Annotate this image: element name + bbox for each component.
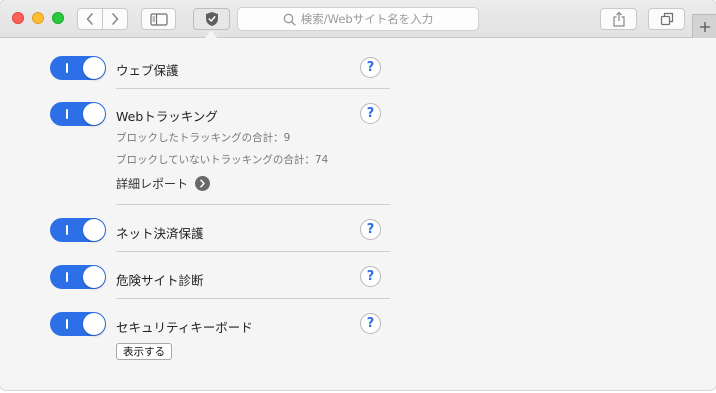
minimize-window-button[interactable] [32,12,44,24]
payment-protection-toggle[interactable] [50,218,106,242]
toggle-knob [83,219,105,241]
show-keyboard-button[interactable]: 表示する [116,343,172,360]
toggle-knob [83,313,105,335]
detail-report-link[interactable]: 詳細レポート [116,175,211,192]
tabs-icon [660,12,673,26]
blocked-trackers-count: ブロックしたトラッキングの合計：9 [116,132,291,144]
toggle-knob [83,103,105,125]
sidebar-icon [149,12,168,26]
security-keyboard-toggle[interactable] [50,312,106,336]
forward-button[interactable] [102,8,128,30]
plus-icon [699,21,710,32]
shield-check-icon [205,12,218,26]
address-bar[interactable]: 検索/Webサイト名を入力 [237,7,479,31]
toolbar: 検索/Webサイト名を入力 [0,0,716,38]
toggle-knob [83,57,105,79]
popover-pointer [205,30,217,38]
back-button[interactable] [77,8,103,30]
divider [116,88,390,89]
new-tab-button[interactable] [692,14,716,38]
share-icon [612,11,625,27]
security-keyboard-label: セキュリティキーボード [116,320,253,335]
divider [116,298,390,299]
web-protection-help-button[interactable]: ? [360,57,381,78]
sidebar-toggle-button[interactable] [141,8,176,30]
share-button[interactable] [600,8,637,30]
toggle-on-mark [66,109,68,119]
divider [116,251,390,252]
web-protection-label: ウェブ保護 [116,63,179,78]
payment-protection-label: ネット決済保護 [116,226,204,241]
security-extension-button[interactable] [193,8,230,30]
browser-window: 検索/Webサイト名を入力 ウェブ保護 ? Webトラッキング ? ブロックした… [0,0,716,390]
zoom-window-button[interactable] [52,12,64,24]
tab-overview-button[interactable] [648,8,685,30]
toggle-knob [83,266,105,288]
web-tracking-toggle[interactable] [50,102,106,126]
chevron-left-icon [86,13,93,25]
web-tracking-label: Webトラッキング [116,109,218,124]
dangerous-site-check-toggle[interactable] [50,265,106,289]
toggle-on-mark [66,225,68,235]
toggle-on-mark [66,63,68,73]
chevron-right-circle-icon [195,176,211,191]
dangerous-site-check-label: 危険サイト診断 [116,273,204,288]
close-window-button[interactable] [12,12,24,24]
web-tracking-help-button[interactable]: ? [360,103,381,124]
chevron-right-icon [112,13,119,25]
payment-protection-help-button[interactable]: ? [360,219,381,240]
web-protection-toggle[interactable] [50,56,106,80]
dangerous-site-check-help-button[interactable]: ? [360,266,381,287]
address-placeholder: 検索/Webサイト名を入力 [300,12,434,26]
toggle-on-mark [66,319,68,329]
unblocked-trackers-count: ブロックしていないトラッキングの合計：74 [116,154,329,166]
security-settings-panel: ウェブ保護 ? Webトラッキング ? ブロックしたトラッキングの合計：9 ブロ… [0,39,716,390]
security-keyboard-help-button[interactable]: ? [360,313,381,334]
detail-report-label: 詳細レポート [116,177,189,191]
divider [116,204,390,205]
toggle-on-mark [66,272,68,282]
search-icon [283,13,296,26]
